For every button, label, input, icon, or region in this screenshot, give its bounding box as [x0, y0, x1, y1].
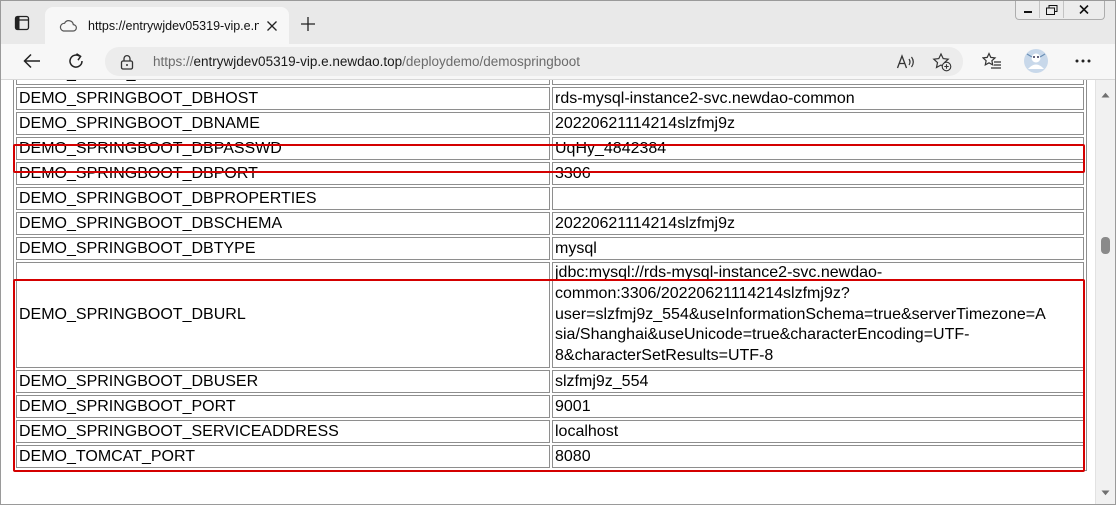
address-bar[interactable]: https://entrywjdev05319-vip.e.newdao.top… [105, 47, 963, 76]
more-icon[interactable] [1069, 48, 1097, 74]
env-key: DEMO_SPRINGBOOT_PORT [16, 394, 550, 418]
plus-icon[interactable] [297, 13, 319, 35]
lock-icon[interactable] [119, 54, 135, 70]
favorites-icon[interactable] [978, 48, 1006, 74]
env-value: 20220621114214slzfmj9z [552, 212, 1084, 235]
env-value-line: common:3306/20220621114214slzfmj9z? [555, 284, 850, 302]
table-row: DEMO_SPRINGBOOT_DBURL jdbc:mysql://rds-my… [16, 262, 1084, 368]
url-scheme: https:// [153, 54, 194, 69]
page-content: DEMO_NGINX_SERVICEADDRESSlocalhost DEMO_… [1, 80, 1095, 504]
url-path: /deploydemo/demospringboot [402, 54, 581, 69]
env-key: DEMO_SPRINGBOOT_DBHOST [16, 87, 550, 110]
env-key: DEMO_SPRINGBOOT_DBPORT [16, 162, 550, 185]
env-value [552, 187, 1084, 210]
env-key: DEMO_SPRINGBOOT_DBPROPERTIES [16, 187, 550, 210]
back-arrow-icon[interactable] [18, 48, 46, 74]
vertical-scrollbar[interactable] [1095, 80, 1115, 504]
table-row: DEMO_SPRINGBOOT_DBHOST rds-mysql-instance… [16, 87, 1084, 110]
env-key: DEMO_TOMCAT_PORT [16, 444, 550, 468]
env-value: jdbc:mysql://rds-mysql-instance2-svc.new… [552, 262, 1084, 368]
env-value: rds-mysql-instance2-svc.newdao-common [552, 87, 1084, 110]
env-value: UqHy_4842384 [552, 137, 1084, 160]
env-key: DEMO_SPRINGBOOT_DBURL [16, 262, 550, 368]
env-key: DEMO_SPRINGBOOT_DBSCHEMA [16, 212, 550, 235]
table-row: DEMO_SPRINGBOOT_DBPORT 3306 [16, 162, 1084, 185]
minimize-icon[interactable] [1016, 1, 1039, 18]
table-row: DEMO_NGINX_SERVICEADDRESSlocalhost [16, 80, 1084, 85]
browser-window: https://entrywjdev05319-vip.e.ne https:/… [0, 0, 1116, 505]
table-row: DEMO_SPRINGBOOT_DBPROPERTIES [16, 187, 1084, 210]
table-row: DEMO_SPRINGBOOT_SERVICEADDRESS localhost [16, 419, 1084, 443]
env-value: localhost [552, 80, 1084, 85]
table-row: DEMO_SPRINGBOOT_DBSCHEMA 20220621114214sl… [16, 212, 1084, 235]
env-key: DEMO_SPRINGBOOT_DBNAME [16, 112, 550, 135]
env-value-line: jdbc:mysql://rds-mysql-instance2-svc.new… [555, 264, 883, 281]
env-key: DEMO_SPRINGBOOT_DBUSER [16, 369, 550, 393]
tab-actions-icon[interactable] [11, 12, 33, 34]
env-value: 20220621114214slzfmj9z [552, 112, 1084, 135]
env-value: 8080 [552, 444, 1084, 468]
table-row: DEMO_SPRINGBOOT_PORT 9001 [16, 394, 1084, 418]
window-close-icon[interactable] [1063, 1, 1104, 18]
env-value: 3306 [552, 162, 1084, 185]
avatar[interactable] [1022, 48, 1050, 74]
table-row: DEMO_TOMCAT_PORT 8080 [16, 444, 1084, 468]
table-row: DEMO_SPRINGBOOT_DBUSER slzfmj9z_554 [16, 369, 1084, 393]
scroll-down-icon[interactable] [1101, 481, 1110, 500]
env-value: localhost [552, 419, 1084, 443]
env-value-line: 8&characterSetResults=UTF-8 [555, 347, 774, 365]
env-value: slzfmj9z_554 [552, 369, 1084, 393]
window-controls [1015, 1, 1105, 20]
close-icon[interactable] [263, 17, 281, 35]
env-key: DEMO_SPRINGBOOT_DBPASSWD [16, 137, 550, 160]
env-value-line: user=slzfmj9z_554&useInformationSchema=t… [555, 305, 1046, 323]
env-value: 9001 [552, 394, 1084, 418]
url-host: entrywjdev05319-vip.e.newdao.top [193, 54, 403, 69]
env-key: DEMO_NGINX_SERVICEADDRESS [16, 80, 550, 85]
env-value: mysql [552, 237, 1084, 260]
tab-title: https://entrywjdev05319-vip.e.ne [88, 18, 259, 33]
table-row: DEMO_SPRINGBOOT_DBTYPE mysql [16, 237, 1084, 260]
refresh-icon[interactable] [62, 48, 90, 74]
env-variables-table: DEMO_NGINX_SERVICEADDRESSlocalhost DEMO_… [13, 80, 1087, 471]
url-text: https://entrywjdev05319-vip.e.newdao.top… [153, 54, 580, 69]
browser-toolbar: https://entrywjdev05319-vip.e.newdao.top… [1, 44, 1115, 80]
browser-tab[interactable]: https://entrywjdev05319-vip.e.ne [45, 7, 289, 44]
table-row: DEMO_SPRINGBOOT_DBPASSWD UqHy_4842384 [16, 137, 1084, 160]
star-add-icon[interactable] [930, 50, 954, 74]
cloud-icon [59, 18, 79, 34]
env-key: DEMO_SPRINGBOOT_DBTYPE [16, 237, 550, 260]
scroll-up-icon[interactable] [1101, 83, 1110, 102]
env-key: DEMO_SPRINGBOOT_SERVICEADDRESS [16, 419, 550, 443]
read-aloud-icon[interactable] [894, 50, 918, 74]
table-row: DEMO_SPRINGBOOT_DBNAME 20220621114214slzf… [16, 112, 1084, 135]
title-bar: https://entrywjdev05319-vip.e.ne [1, 1, 1115, 44]
env-value-line: sia/Shanghai&useUnicode=true&characterEn… [555, 326, 970, 344]
scrollbar-thumb[interactable] [1101, 237, 1110, 254]
maximize-icon[interactable] [1039, 1, 1063, 18]
